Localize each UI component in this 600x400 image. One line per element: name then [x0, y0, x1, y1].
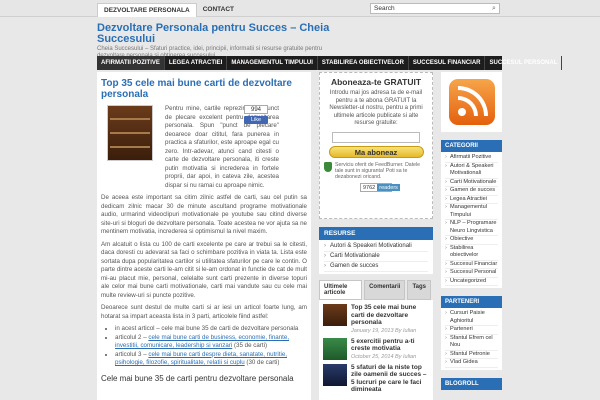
category-item[interactable]: Stabilirea obiectivelor — [445, 245, 498, 261]
topnav-contact[interactable]: Contact — [197, 3, 240, 17]
tab-post-meta: October 25, 2014 By Iulian — [351, 353, 417, 360]
post-thumbnail — [323, 363, 347, 386]
list-item[interactable]: Top 35 cele mai bune carti de dezvoltare… — [323, 304, 429, 334]
readers-count: 9762 — [361, 183, 378, 191]
nav-managementul-timpului[interactable]: Managementul Timpului — [227, 56, 318, 70]
post-thumbnail — [323, 337, 347, 360]
partner-item[interactable]: Cursuri Paisie Aghioritul — [445, 310, 498, 326]
resurse-item[interactable]: Carti Motivationale — [324, 252, 428, 262]
search-input[interactable] — [370, 3, 500, 14]
post-intro: Pentru mine, cartile reprezinta un punct… — [165, 105, 279, 189]
tab-content: Top 35 cele mai bune carti de dezvoltare… — [319, 300, 433, 400]
resurse-widget: Resurse Autori & Speakeri Motivationali … — [319, 227, 433, 274]
facebook-like-widget[interactable]: 994 Like — [244, 105, 268, 125]
list-item: articolul 2 – cele mai bune carti de bus… — [115, 334, 307, 351]
blogroll-title: Blogroll — [441, 377, 502, 390]
post-thumbnail — [323, 304, 347, 326]
search-icon[interactable]: ⌕ — [492, 3, 502, 14]
site-header: Dezvoltare Personala pentru Succes – Che… — [97, 23, 502, 60]
category-item[interactable]: Legea Atractiei — [445, 196, 498, 204]
category-item[interactable]: Carti Motivationale — [445, 179, 498, 187]
tab-tags[interactable]: Tags — [407, 280, 431, 300]
nav-stabilirea-obiectivelor[interactable]: Stabilirea Obiectivelor — [318, 56, 409, 70]
articles-list: in acest articol – cele mai bune 35 de c… — [115, 325, 307, 368]
partner-item[interactable]: Sfantul Efrem cel Nou — [445, 335, 498, 351]
top-bar: Dezvoltare Personala Contact ⌕ — [0, 0, 600, 17]
tab-post-title[interactable]: 5 sfaturi de la niste top zile oamenii d… — [351, 364, 429, 394]
partner-item[interactable]: Vlad Gidea — [445, 359, 498, 368]
parteneri-title: Parteneri — [441, 296, 502, 308]
nav-afirmatii-pozitive[interactable]: Afirmatii Pozitive — [97, 56, 165, 70]
subscribe-title: Aboneaza-te GRATUIT — [330, 77, 422, 87]
tabs-bar: Ultimele articole Comentarii Tags — [319, 280, 433, 300]
like-button[interactable]: Like — [244, 116, 268, 124]
list-item[interactable]: 5 sfaturi de la niste top zile oamenii d… — [323, 363, 429, 394]
list-item: in acest articol – cele mai bune 35 de c… — [115, 325, 307, 334]
nav-succesul-financiar[interactable]: Succesul Financiar — [409, 56, 486, 70]
tab-ultimele-articole[interactable]: Ultimele articole — [319, 280, 363, 300]
rss-feed-link[interactable] — [441, 72, 502, 132]
parteneri-list: Cursuri Paisie Aghioritul Parteneri Sfan… — [441, 308, 502, 370]
resurse-title: Resurse — [319, 227, 433, 240]
post-paragraph-2: De aceea este important sa citim zilnic … — [101, 194, 307, 235]
category-item[interactable]: Managementul Timpului — [445, 204, 498, 220]
category-item[interactable]: Succesul Personal — [445, 269, 498, 278]
category-item[interactable]: NLP – Programare Neuro Lingvistica — [445, 220, 498, 236]
resurse-list: Autori & Speakeri Motivationali Carti Mo… — [319, 240, 433, 274]
rss-icon[interactable] — [448, 79, 495, 125]
category-item[interactable]: Afirmatii Pozitive — [445, 154, 498, 163]
tab-post-meta: January 19, 2013 By Iulian — [351, 327, 417, 334]
category-item[interactable]: Gamen de succes — [445, 187, 498, 196]
partner-item[interactable]: Sfantul Petronie — [445, 351, 498, 359]
tab-comentarii[interactable]: Comentarii — [364, 280, 406, 300]
main-nav: Afirmatii Pozitive Legea Atractiei Manag… — [97, 56, 563, 70]
post-thumbnail — [107, 105, 153, 161]
post-paragraph-4: Deoarece sunt destul de multe carti si a… — [101, 304, 307, 320]
categorii-list: Afirmatii Pozitive Autori & Speakeri Mot… — [441, 152, 502, 288]
subscribe-text: Introdu mai jos adresa ta de e-mail pent… — [329, 90, 423, 126]
resurse-item[interactable]: Autori & Speakeri Motivationali — [324, 242, 428, 252]
list-item[interactable]: 5 exercitii pentru a-ti creste motivatia… — [323, 337, 429, 360]
post-title[interactable]: Top 35 cele mai bune carti de dezvoltare… — [101, 78, 307, 100]
partner-item[interactable]: Parteneri — [445, 326, 498, 335]
category-item[interactable]: Autori & Speakeri Motivationali — [445, 163, 498, 179]
post-paragraph-3: Am alcatuit o lista cu 100 de carti exce… — [101, 240, 308, 299]
subscribe-button[interactable]: Ma aboneaz — [328, 145, 424, 158]
tab-post-title[interactable]: 5 exercitii pentru a-ti creste motivatia — [351, 338, 429, 353]
tab-post-title[interactable]: Top 35 cele mai bune carti de dezvoltare… — [351, 304, 429, 327]
category-item[interactable]: Obiective — [445, 236, 498, 245]
post-body: 994 Like Pentru mine, cartile reprezinta… — [101, 103, 307, 383]
readers-label: readers — [377, 183, 400, 191]
email-field[interactable] — [332, 131, 420, 143]
resurse-item[interactable]: Gamen de succes — [324, 262, 428, 272]
category-item[interactable]: Uncategorized — [445, 278, 498, 286]
categorii-title: Categorii — [441, 140, 502, 152]
category-item[interactable]: Succesul Financiar — [445, 261, 498, 269]
nav-succesul-personal[interactable]: Succesul Personal — [485, 56, 563, 70]
readers-counter[interactable]: 9762 readers — [360, 182, 400, 192]
topnav-dezvoltare-personala[interactable]: Dezvoltare Personala — [97, 3, 197, 17]
site-title[interactable]: Dezvoltare Personala pentru Succes – Che… — [97, 23, 332, 45]
shield-icon — [324, 161, 332, 172]
subscribe-box: Aboneaza-te GRATUIT Introdu mai jos adre… — [319, 72, 433, 219]
right-sidebar: Categorii Afirmatii Pozitive Autori & Sp… — [441, 72, 502, 390]
middle-sidebar: Aboneaza-te GRATUIT Introdu mai jos adre… — [319, 72, 433, 400]
top-nav: Dezvoltare Personala Contact — [97, 3, 240, 17]
post-subheading: Cele mai bune 35 de carti pentru dezvolt… — [101, 373, 294, 383]
list-item: articolul 3 – cele mai bune carti despre… — [115, 351, 307, 368]
nav-legea-atractiei[interactable]: Legea Atractiei — [165, 56, 228, 70]
feedburner-note: Serviciu oferit de FeedBurner. Datele ta… — [324, 161, 428, 180]
like-count: 994 — [244, 105, 268, 114]
main-content: Top 35 cele mai bune carti de dezvoltare… — [97, 72, 311, 400]
